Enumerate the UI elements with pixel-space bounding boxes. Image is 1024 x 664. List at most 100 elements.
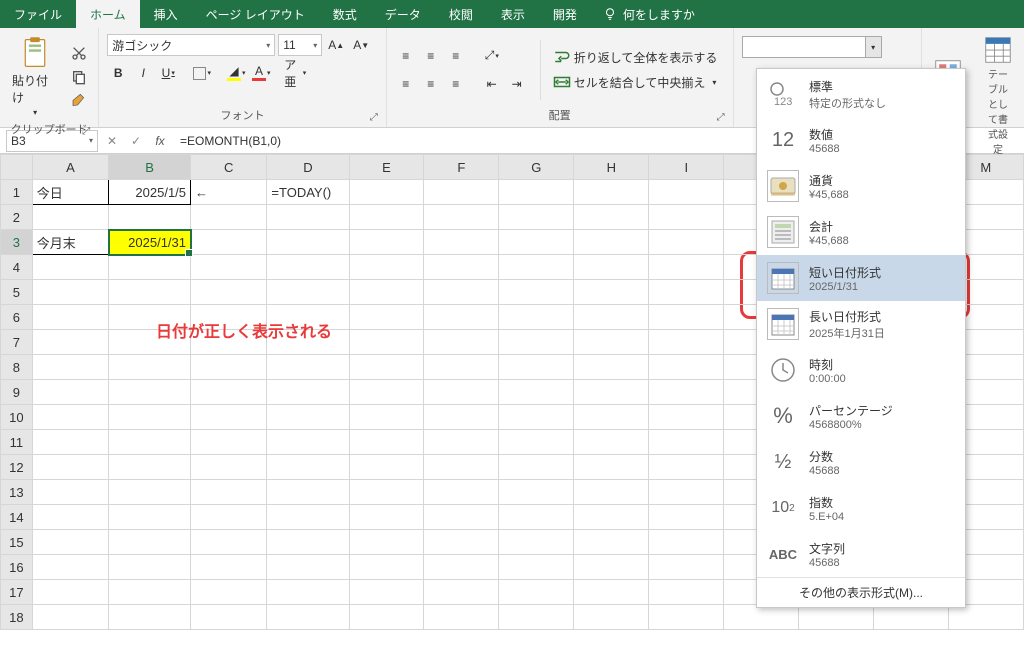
cell-D8[interactable] [267,355,349,380]
underline-button[interactable]: U▾ [157,62,179,84]
cell-B10[interactable] [109,405,191,430]
cell-G14[interactable] [499,505,574,530]
cell-C15[interactable] [191,530,267,555]
cell-A11[interactable] [32,430,108,455]
align-center-button[interactable]: ≡ [420,73,442,95]
cell-H7[interactable] [574,330,649,355]
cell-E17[interactable] [349,580,424,605]
tab-review[interactable]: 校閲 [435,0,487,28]
nf-accounting[interactable]: 会計¥45,688 [757,209,965,255]
cell-D9[interactable] [267,380,349,405]
row-header-18[interactable]: 18 [1,605,33,630]
cell-B2[interactable] [109,205,191,230]
cell-E12[interactable] [349,455,424,480]
cell-F7[interactable] [424,330,499,355]
cell-K18[interactable] [798,605,873,630]
cell-H1[interactable] [574,180,649,205]
dialog-launcher-icon[interactable]: ⤢ [82,126,90,137]
cell-E7[interactable] [349,330,424,355]
cell-D10[interactable] [267,405,349,430]
cell-H8[interactable] [574,355,649,380]
cell-B16[interactable] [109,555,191,580]
cell-H11[interactable] [574,430,649,455]
cell-C14[interactable] [191,505,267,530]
cell-F8[interactable] [424,355,499,380]
align-bottom-button[interactable]: ≡ [445,45,467,67]
cell-B9[interactable] [109,380,191,405]
cell-G5[interactable] [499,280,574,305]
bold-button[interactable]: B [107,62,129,84]
col-header-H[interactable]: H [574,155,649,180]
cell-D15[interactable] [267,530,349,555]
tab-view[interactable]: 表示 [487,0,539,28]
row-header-11[interactable]: 11 [1,430,33,455]
nf-more-formats[interactable]: その他の表示形式(M)... [757,577,965,607]
cell-I9[interactable] [649,380,724,405]
cell-I15[interactable] [649,530,724,555]
cell-C2[interactable] [191,205,267,230]
cell-H3[interactable] [574,230,649,255]
cell-I3[interactable] [649,230,724,255]
cell-D12[interactable] [267,455,349,480]
decrease-indent-button[interactable]: ⇤ [481,73,503,95]
cell-I11[interactable] [649,430,724,455]
cell-G18[interactable] [499,605,574,630]
merge-center-button[interactable]: セルを結合して中央揃え▾ [553,74,718,91]
cell-H16[interactable] [574,555,649,580]
cell-C4[interactable] [191,255,267,280]
cell-G4[interactable] [499,255,574,280]
cell-H2[interactable] [574,205,649,230]
cell-H4[interactable] [574,255,649,280]
cell-E1[interactable] [349,180,424,205]
cell-E10[interactable] [349,405,424,430]
cell-C10[interactable] [191,405,267,430]
tab-insert[interactable]: 挿入 [140,0,192,28]
cell-G8[interactable] [499,355,574,380]
cell-F1[interactable] [424,180,499,205]
cell-D5[interactable] [267,280,349,305]
cell-B5[interactable] [109,280,191,305]
cell-G16[interactable] [499,555,574,580]
cell-E11[interactable] [349,430,424,455]
cell-A1[interactable]: 今日 [32,180,108,205]
row-header-10[interactable]: 10 [1,405,33,430]
cell-E14[interactable] [349,505,424,530]
nf-number[interactable]: 12 数値45688 [757,117,965,163]
cell-B17[interactable] [109,580,191,605]
cell-A10[interactable] [32,405,108,430]
nf-fraction[interactable]: ½ 分数45688 [757,439,965,485]
cell-F15[interactable] [424,530,499,555]
cell-F6[interactable] [424,305,499,330]
cell-H5[interactable] [574,280,649,305]
cell-A15[interactable] [32,530,108,555]
row-header-7[interactable]: 7 [1,330,33,355]
nf-short-date[interactable]: 短い日付形式2025/1/31 [757,255,965,301]
cell-A14[interactable] [32,505,108,530]
cell-G11[interactable] [499,430,574,455]
nf-text[interactable]: ABC 文字列45688 [757,531,965,577]
cell-A12[interactable] [32,455,108,480]
cut-button[interactable] [68,42,90,64]
font-name-select[interactable]: 游ゴシック▾ [107,34,275,56]
cell-C11[interactable] [191,430,267,455]
cell-E5[interactable] [349,280,424,305]
col-header-D[interactable]: D [267,155,349,180]
cell-I1[interactable] [649,180,724,205]
cell-F12[interactable] [424,455,499,480]
row-header-5[interactable]: 5 [1,280,33,305]
cell-I17[interactable] [649,580,724,605]
row-header-15[interactable]: 15 [1,530,33,555]
cell-D11[interactable] [267,430,349,455]
dialog-launcher-icon[interactable]: ⤢ [370,112,378,123]
cell-D2[interactable] [267,205,349,230]
cell-B15[interactable] [109,530,191,555]
cell-G10[interactable] [499,405,574,430]
cell-A3[interactable]: 今月末 [32,230,108,255]
increase-indent-button[interactable]: ⇥ [506,73,528,95]
row-header-1[interactable]: 1 [1,180,33,205]
cell-I5[interactable] [649,280,724,305]
wrap-text-button[interactable]: 折り返して全体を表示する [553,49,718,66]
cell-D13[interactable] [267,480,349,505]
tab-data[interactable]: データ [371,0,435,28]
cell-C18[interactable] [191,605,267,630]
